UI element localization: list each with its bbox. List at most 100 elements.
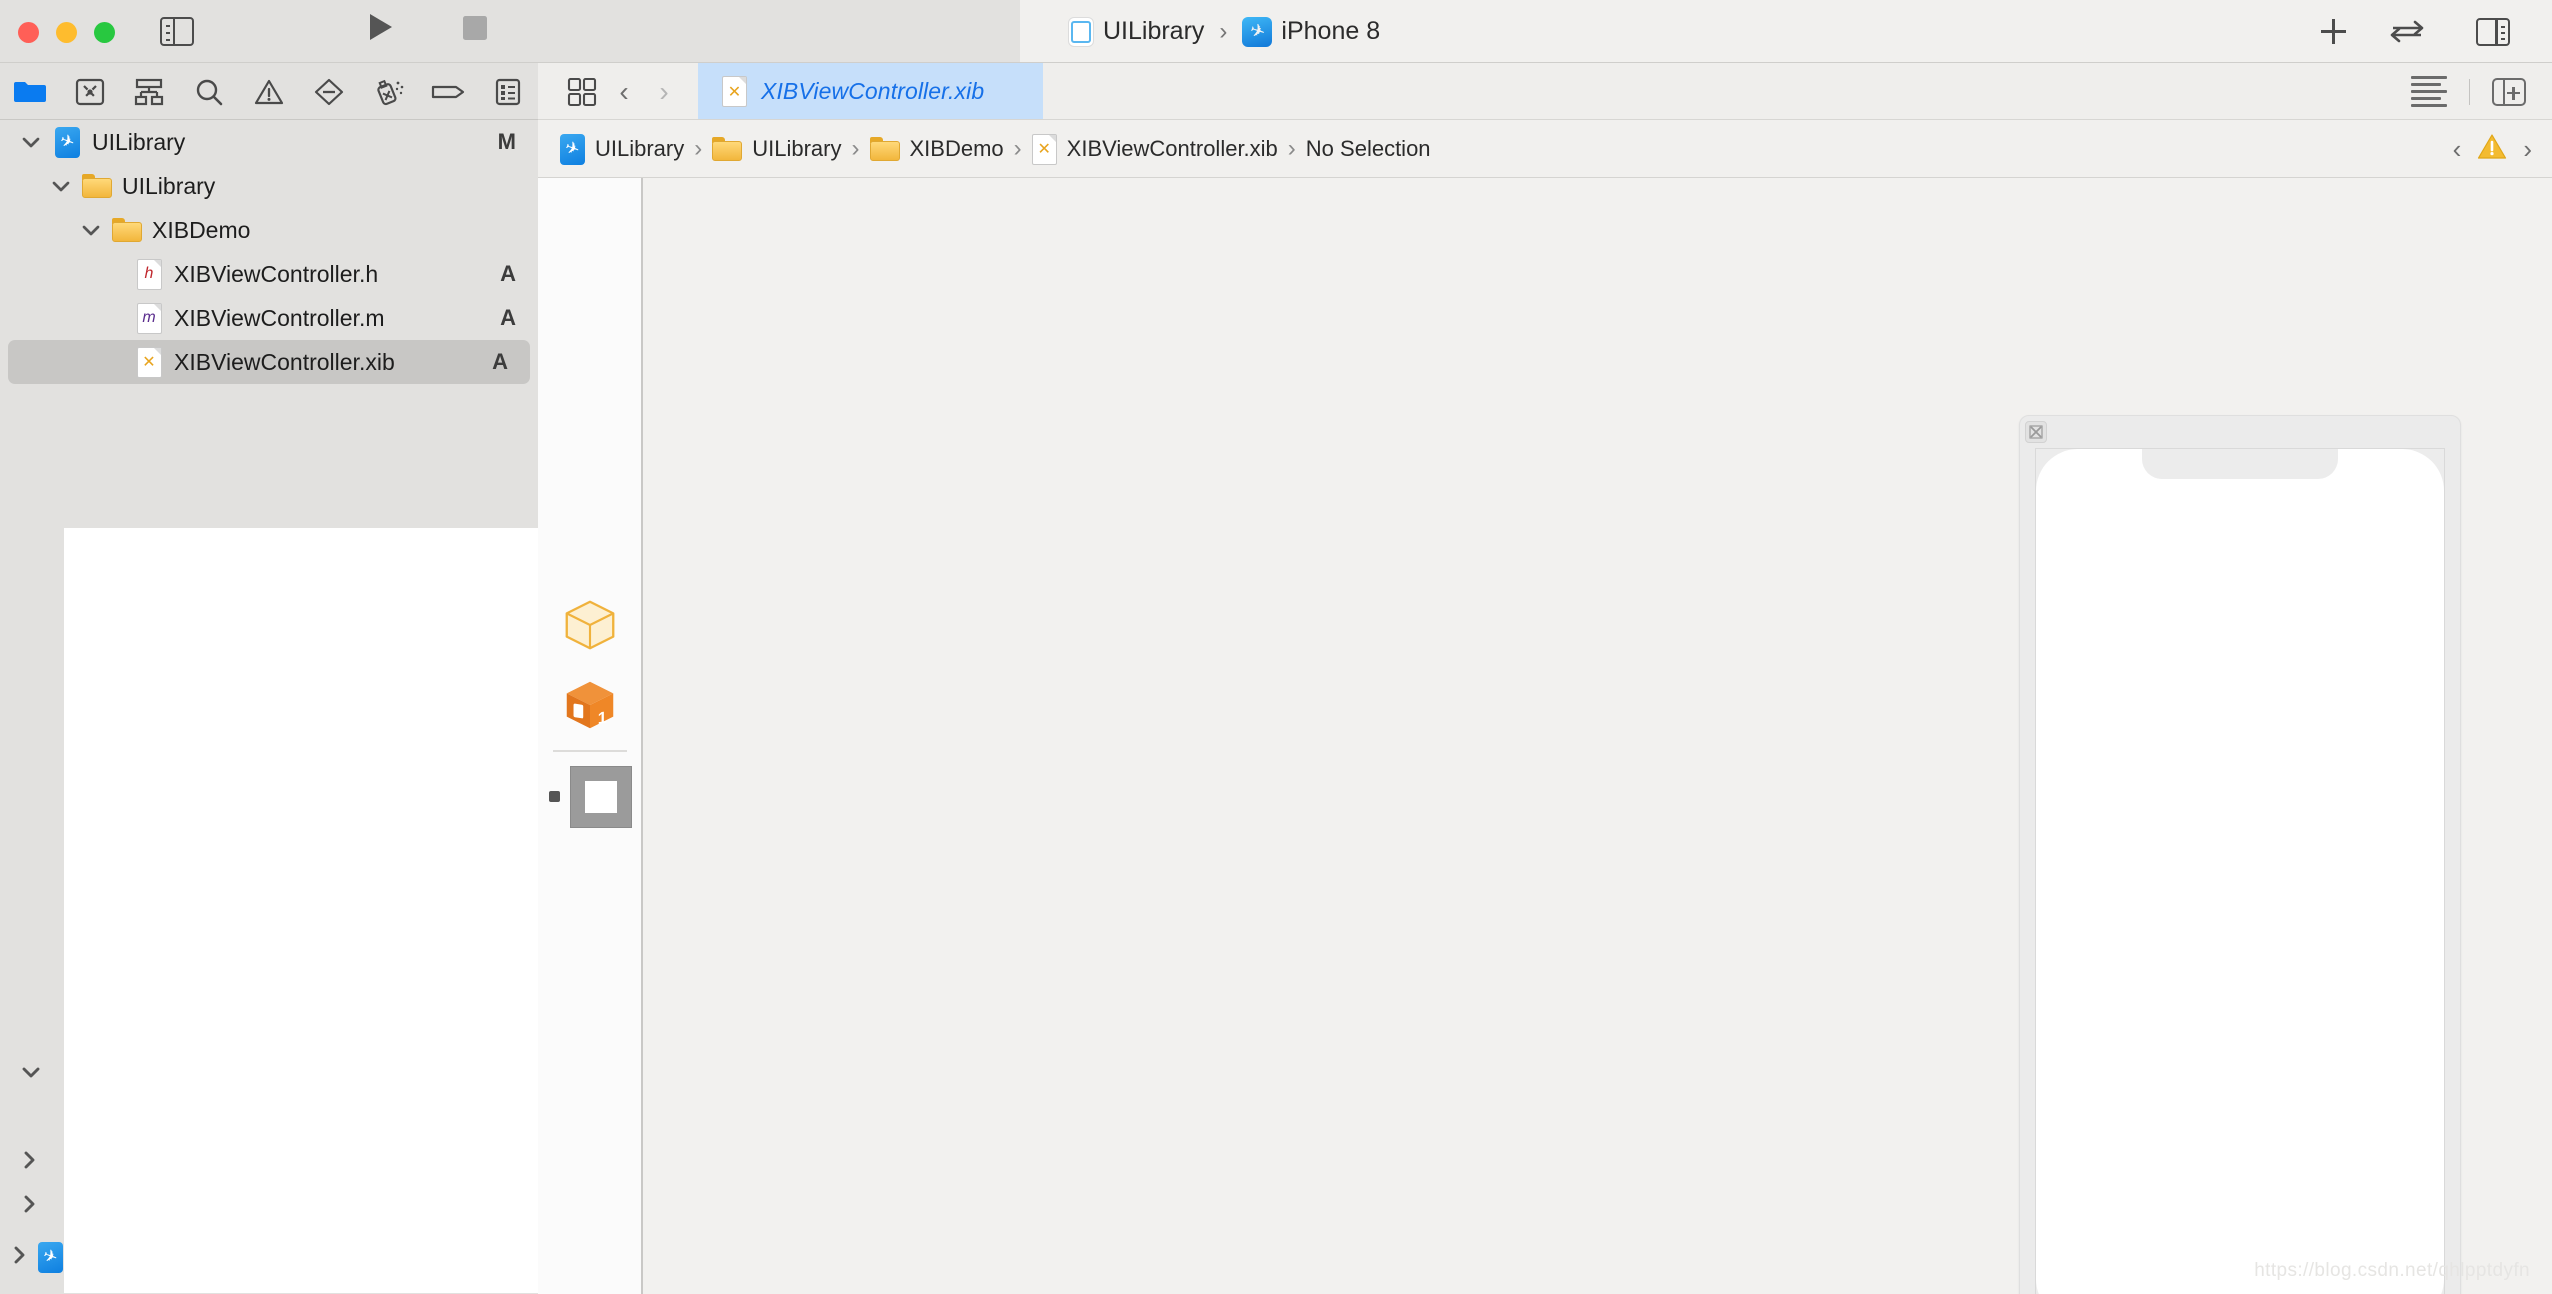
outline-connection-dot bbox=[548, 791, 560, 802]
navigator-content-overlay bbox=[64, 528, 538, 1293]
add-editor-icon[interactable] bbox=[2492, 77, 2526, 106]
outline-item-file-owner[interactable]: 1 bbox=[559, 674, 621, 736]
editor-tab-xibviewcontroller[interactable]: ✕ XIBViewController.xib bbox=[698, 63, 1043, 120]
wireframe-cube-icon bbox=[565, 600, 615, 650]
watermark: https://blog.csdn.net/qhlpptdyfn bbox=[2254, 1260, 2530, 1281]
breadcrumb-item-file[interactable]: ✕ XIBViewController.xib bbox=[1031, 133, 1278, 165]
xib-file-icon: ✕ bbox=[722, 76, 747, 107]
minimize-window-button[interactable] bbox=[56, 22, 77, 43]
stop-button[interactable] bbox=[463, 16, 487, 40]
breadcrumb-label: XIBDemo bbox=[909, 136, 1004, 161]
nav-row-collapsed-project[interactable] bbox=[0, 1235, 120, 1279]
zoom-window-button[interactable] bbox=[94, 22, 115, 43]
add-button[interactable] bbox=[2310, 0, 2356, 63]
xib-file-icon: ✕ bbox=[1031, 133, 1057, 165]
nav-row-status-badge: M bbox=[497, 129, 516, 154]
swap-arrows-icon[interactable] bbox=[2384, 0, 2430, 63]
document-outline-strip[interactable]: 1 bbox=[538, 178, 642, 1294]
device-screen-frame bbox=[2035, 448, 2445, 1294]
find-navigator-button[interactable] bbox=[179, 63, 239, 120]
xcode-project-icon bbox=[35, 1241, 65, 1273]
editor-back-button[interactable]: ‹ bbox=[604, 76, 644, 108]
xcode-project-icon bbox=[1068, 16, 1094, 47]
disclosure-expanded-icon[interactable] bbox=[48, 173, 74, 199]
report-navigator-button[interactable] bbox=[478, 63, 538, 120]
editor-forward-button[interactable]: › bbox=[644, 76, 684, 108]
editor-tab-label: XIBViewController.xib bbox=[761, 78, 985, 104]
disclosure-expanded-icon[interactable] bbox=[78, 217, 104, 243]
align-icon[interactable] bbox=[2410, 76, 2447, 107]
project-navigator[interactable]: UILibrary M UILibrary XIBDemo h XIBViewC… bbox=[0, 120, 538, 1294]
breadcrumb-separator: › bbox=[851, 135, 860, 162]
issue-navigator-button[interactable] bbox=[239, 63, 299, 120]
breadcrumb-item-project[interactable]: UILibrary bbox=[560, 133, 685, 165]
nav-row-file-xib[interactable]: ✕ XIBViewController.xib A bbox=[8, 340, 530, 384]
inspector-icon bbox=[2476, 17, 2510, 46]
nav-row-group-xibdemo[interactable]: XIBDemo bbox=[0, 208, 538, 252]
nav-row-label: XIBViewController.xib bbox=[174, 348, 395, 375]
xib-file-icon: ✕ bbox=[134, 346, 164, 378]
breadcrumb-item-group-xibdemo[interactable]: XIBDemo bbox=[869, 136, 1004, 162]
disclosure-collapsed-icon[interactable] bbox=[0, 1138, 64, 1182]
toggle-inspector-button[interactable] bbox=[2470, 0, 2516, 63]
test-navigator-button[interactable] bbox=[299, 63, 359, 120]
objc-file-icon: m bbox=[134, 302, 164, 334]
nav-row-group-uilibrary[interactable]: UILibrary bbox=[0, 164, 538, 208]
symbol-navigator-button[interactable] bbox=[120, 63, 180, 120]
nav-row-file-header[interactable]: h XIBViewController.h A bbox=[0, 252, 538, 296]
disclosure-expanded-icon[interactable] bbox=[18, 129, 44, 155]
folder-icon bbox=[712, 137, 743, 161]
xcode-project-icon bbox=[560, 133, 585, 165]
nav-row-label: UILibrary bbox=[92, 128, 186, 155]
window-traffic-lights bbox=[18, 22, 115, 43]
tabbar-right-controls bbox=[2410, 63, 2552, 120]
outline-item-view[interactable] bbox=[548, 765, 632, 828]
svg-text:1: 1 bbox=[598, 708, 607, 728]
device-frame[interactable] bbox=[2019, 415, 2461, 1294]
device-resize-handle[interactable] bbox=[2025, 421, 2047, 443]
breakpoint-navigator-button[interactable] bbox=[418, 63, 478, 120]
nav-row-project[interactable]: UILibrary M bbox=[0, 120, 538, 164]
issue-stepper: ‹ › bbox=[2453, 120, 2532, 178]
interface-builder-canvas[interactable]: https://blog.csdn.net/qhlpptdyfn bbox=[643, 178, 2552, 1294]
view-square-icon bbox=[569, 765, 632, 828]
nav-row-label: XIBViewController.m bbox=[174, 304, 385, 331]
solid-cube-icon: 1 bbox=[566, 681, 614, 729]
breadcrumb-item-selection[interactable]: No Selection bbox=[1306, 136, 1431, 162]
editor-tab-bar: ‹ › ✕ XIBViewController.xib bbox=[538, 63, 2552, 120]
breadcrumb-label: UILibrary bbox=[752, 136, 842, 161]
device-screen[interactable] bbox=[2036, 449, 2444, 1294]
nav-row-status-badge: A bbox=[500, 261, 516, 286]
assistant-grid-icon[interactable] bbox=[560, 77, 604, 107]
next-issue-button[interactable]: › bbox=[2523, 134, 2532, 165]
scheme-separator: › bbox=[1219, 17, 1228, 45]
breadcrumb-item-group-uilibrary[interactable]: UILibrary bbox=[712, 136, 842, 162]
run-button[interactable] bbox=[370, 14, 392, 40]
breadcrumb-label: XIBViewController.xib bbox=[1066, 136, 1278, 161]
folder-icon bbox=[869, 137, 900, 161]
breadcrumb: UILibrary › UILibrary › XIBDemo › ✕ XIBV… bbox=[538, 120, 2552, 178]
navigator-selector-bar bbox=[0, 63, 538, 120]
outline-divider bbox=[553, 750, 627, 752]
nav-row-status-badge: A bbox=[492, 349, 508, 374]
scheme-selector[interactable]: UILibrary › iPhone 8 bbox=[1020, 0, 2082, 63]
project-navigator-button[interactable] bbox=[0, 63, 60, 120]
breadcrumb-label: UILibrary bbox=[595, 136, 685, 161]
warning-triangle-icon[interactable] bbox=[2477, 133, 2507, 165]
source-control-navigator-button[interactable] bbox=[60, 63, 120, 120]
folder-icon bbox=[82, 171, 112, 201]
outline-item-placeholders[interactable] bbox=[559, 594, 621, 656]
toggle-navigator-button[interactable] bbox=[160, 17, 194, 46]
nav-row-label: UILibrary bbox=[122, 172, 216, 199]
folder-icon bbox=[112, 215, 142, 245]
scheme-project-label: UILibrary bbox=[1103, 17, 1205, 45]
disclosure-collapsed-icon[interactable] bbox=[12, 1244, 27, 1271]
disclosure-collapsed-icon[interactable] bbox=[0, 1182, 64, 1226]
nav-row-file-implementation[interactable]: m XIBViewController.m A bbox=[0, 296, 538, 340]
titlebar-left bbox=[0, 0, 1020, 63]
close-window-button[interactable] bbox=[18, 22, 39, 43]
debug-navigator-button[interactable] bbox=[359, 63, 419, 120]
previous-issue-button[interactable]: ‹ bbox=[2453, 134, 2462, 165]
navigator-lower-rows bbox=[0, 1050, 64, 1094]
disclosure-expanded-icon[interactable] bbox=[0, 1050, 64, 1094]
